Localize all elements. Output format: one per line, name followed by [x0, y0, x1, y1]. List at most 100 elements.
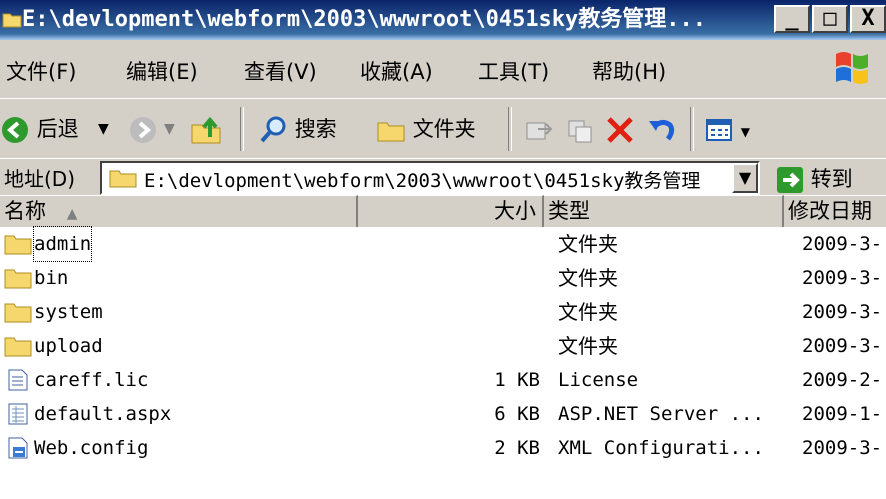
close-button[interactable]: X	[850, 5, 886, 33]
menu-help[interactable]: 帮助(H)	[592, 56, 666, 86]
go-label: 转到	[810, 167, 853, 191]
file-type: License	[558, 369, 639, 391]
file-type: XML Configurati...	[558, 437, 764, 459]
folder-icon	[4, 269, 32, 289]
folders-label: 文件夹	[412, 117, 476, 141]
undo-button[interactable]	[646, 113, 678, 145]
toolbar-separator	[690, 107, 694, 151]
up-folder-button[interactable]	[190, 113, 224, 145]
file-type: 文件夹	[558, 334, 618, 358]
aspx-file-icon	[8, 403, 28, 425]
address-value: E:\devlopment\webform\2003\wwwroot\0451s…	[144, 170, 701, 192]
copy-to-button[interactable]	[566, 113, 596, 145]
views-icon	[706, 119, 732, 141]
address-dropdown-button[interactable]: ▼	[732, 163, 758, 193]
column-size[interactable]: 大小	[358, 195, 544, 227]
menu-view[interactable]: 查看(V)	[244, 56, 317, 86]
file-name: upload	[34, 335, 103, 357]
file-size: 1 KB	[494, 369, 540, 391]
file-type: 文件夹	[558, 232, 618, 256]
folders-button[interactable]: 文件夹	[376, 113, 476, 145]
list-item[interactable]: Web.config 2 KB XML Configurati... 2009-…	[0, 431, 886, 465]
search-button[interactable]: 搜索	[258, 113, 337, 145]
column-name[interactable]: 名称 ▲	[0, 195, 358, 227]
folders-icon	[377, 122, 405, 142]
back-arrow-icon	[2, 117, 28, 143]
menu-favorites[interactable]: 收藏(A)	[360, 56, 433, 86]
forward-button[interactable]	[128, 113, 158, 145]
delete-icon	[607, 117, 633, 143]
minimize-button[interactable]: _	[774, 5, 810, 33]
toolbar-separator	[240, 107, 244, 151]
address-label: 地址(D)	[4, 167, 76, 191]
list-item[interactable]: admin 文件夹 2009-3-	[0, 226, 886, 262]
menu-edit[interactable]: 编辑(E)	[126, 56, 198, 86]
column-name-label: 名称	[4, 199, 46, 223]
toolbar-separator	[508, 107, 512, 151]
file-size	[360, 261, 540, 295]
column-header: 名称 ▲ 大小 类型 修改日期	[0, 195, 886, 227]
menu-tools[interactable]: 工具(T)	[478, 56, 549, 86]
file-name: default.aspx	[34, 403, 172, 425]
file-type: ASP.NET Server ...	[558, 403, 764, 425]
title-bar[interactable]: E:\devlopment\webform\2003\wwwroot\0451s…	[0, 0, 886, 40]
file-size: 6 KB	[494, 403, 540, 425]
sort-ascending-icon: ▲	[66, 206, 78, 222]
menu-bar: 文件(F) 编辑(E) 查看(V) 收藏(A) 工具(T) 帮助(H)	[0, 40, 886, 99]
folder-icon	[2, 13, 22, 28]
move-to-button[interactable]	[524, 113, 554, 145]
go-arrow-icon	[777, 167, 803, 193]
file-modified: 2009-3-	[802, 233, 883, 255]
file-size: 2 KB	[494, 437, 540, 459]
list-item[interactable]: careff.lic 1 KB License 2009-2-	[0, 363, 886, 397]
list-item[interactable]: default.aspx 6 KB ASP.NET Server ... 200…	[0, 397, 886, 431]
file-size	[360, 329, 540, 363]
search-label: 搜索	[294, 117, 337, 141]
back-button[interactable]: 后退	[0, 113, 79, 145]
undo-icon	[649, 119, 675, 141]
file-name: Web.config	[34, 437, 149, 459]
folder-icon	[4, 337, 32, 357]
back-label: 后退	[36, 117, 79, 141]
file-modified: 2009-3-	[802, 437, 883, 459]
file-name: bin	[34, 267, 69, 289]
folder-icon	[4, 235, 32, 255]
copy-to-icon	[568, 120, 592, 143]
menu-file[interactable]: 文件(F)	[6, 56, 76, 86]
views-button[interactable]: ▼	[704, 113, 750, 145]
toolbar: 后退 ▼ ▼ 搜索 文件夹 ▼	[0, 98, 886, 160]
file-name: system	[34, 301, 103, 323]
maximize-button[interactable]: □	[812, 5, 848, 33]
address-input[interactable]: E:\devlopment\webform\2003\wwwroot\0451s…	[100, 161, 760, 195]
list-item[interactable]: system 文件夹 2009-3-	[0, 295, 886, 329]
back-dropdown-icon[interactable]: ▼	[98, 113, 109, 145]
file-size	[360, 227, 540, 261]
file-modified: 2009-2-	[802, 369, 883, 391]
delete-button[interactable]	[604, 113, 636, 145]
column-type[interactable]: 类型	[544, 195, 784, 227]
list-item[interactable]: bin 文件夹 2009-3-	[0, 261, 886, 295]
file-name: admin	[32, 226, 93, 262]
file-modified: 2009-1-	[802, 403, 883, 425]
file-modified: 2009-3-	[802, 301, 883, 323]
config-file-icon	[8, 437, 28, 459]
file-type: 文件夹	[558, 266, 618, 290]
list-item[interactable]: upload 文件夹 2009-3-	[0, 329, 886, 363]
windows-logo-icon	[836, 52, 868, 84]
up-folder-icon	[191, 116, 221, 144]
move-to-icon	[526, 122, 553, 140]
forward-dropdown-icon[interactable]: ▼	[164, 113, 175, 145]
file-name: careff.lic	[34, 369, 149, 391]
file-modified: 2009-3-	[802, 267, 883, 289]
search-icon	[260, 116, 286, 143]
window-title: E:\devlopment\webform\2003\wwwroot\0451s…	[22, 7, 707, 32]
go-button[interactable]: 转到	[776, 163, 853, 194]
text-file-icon	[8, 369, 28, 391]
folder-icon	[109, 170, 137, 188]
forward-arrow-icon	[130, 117, 156, 143]
address-bar: 地址(D) E:\devlopment\webform\2003\wwwroot…	[0, 158, 886, 195]
column-modified[interactable]: 修改日期	[784, 195, 886, 227]
file-type: 文件夹	[558, 300, 618, 324]
file-modified: 2009-3-	[802, 335, 883, 357]
views-dropdown-icon: ▼	[740, 125, 750, 139]
